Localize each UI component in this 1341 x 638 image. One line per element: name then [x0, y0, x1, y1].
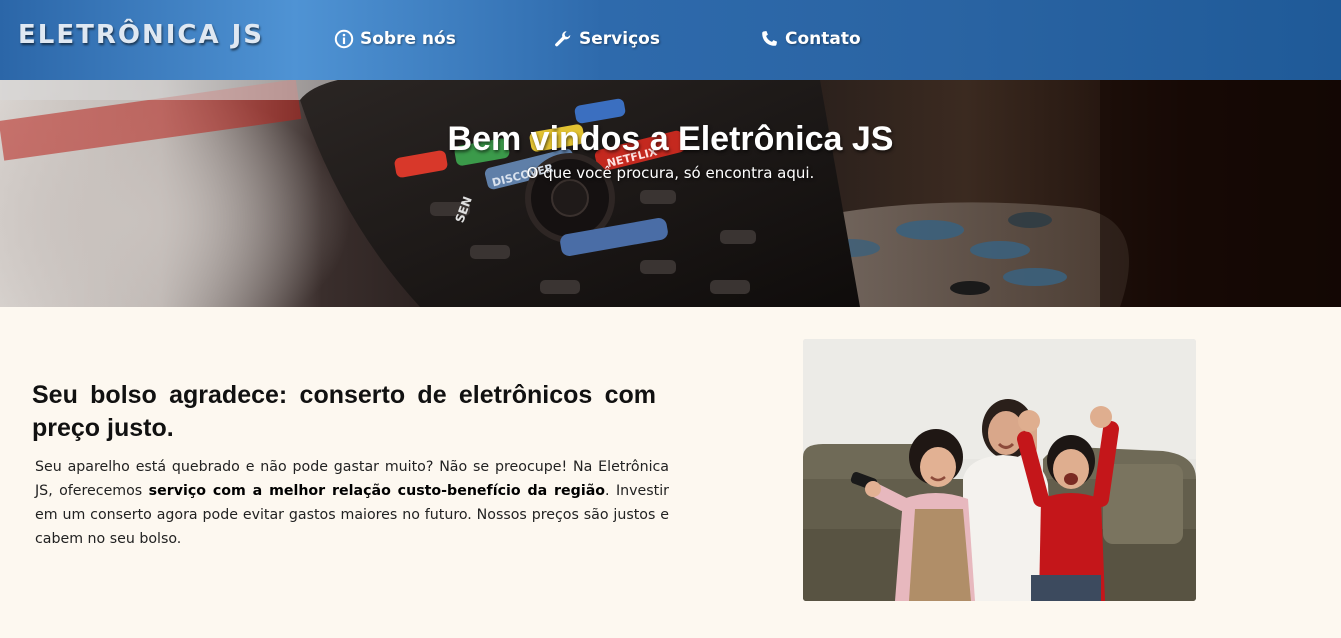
section-heading: Seu bolso agradece: conserto de eletrôni… [32, 381, 656, 442]
phone-icon [762, 31, 777, 46]
navbar: ELETRÔNICA JS Sobre nós Serviços Contato [0, 0, 1341, 80]
nav-label-sobre-nos: Sobre nós [360, 29, 456, 49]
nav-link-servicos[interactable]: Serviços [553, 27, 660, 51]
hero-remote-photo: DISCOVER NETFLIX SEN [0, 80, 1341, 307]
hero-banner: DISCOVER NETFLIX SEN Bem vindos a Eletrô… [0, 80, 1341, 307]
paragraph-highlight: serviço com a melhor relação custo-benef… [148, 483, 606, 499]
nav-link-contato[interactable]: Contato [759, 27, 861, 51]
nav-link-sobre-nos[interactable]: Sobre nós [334, 27, 456, 51]
wrench-icon [555, 31, 571, 47]
nav-label-contato: Contato [785, 29, 861, 49]
hero-title: Bem vindos a Eletrônica JS [447, 120, 894, 158]
family-watching-tv-photo [803, 339, 1196, 601]
hero-subtitle: O que você procura, só encontra aqui. [526, 164, 815, 182]
info-icon [334, 29, 354, 49]
nav-label-servicos: Serviços [579, 29, 660, 49]
site-logo[interactable]: ELETRÔNICA JS [18, 20, 264, 50]
section-paragraph: Seu aparelho está quebrado e não pode ga… [35, 455, 669, 551]
